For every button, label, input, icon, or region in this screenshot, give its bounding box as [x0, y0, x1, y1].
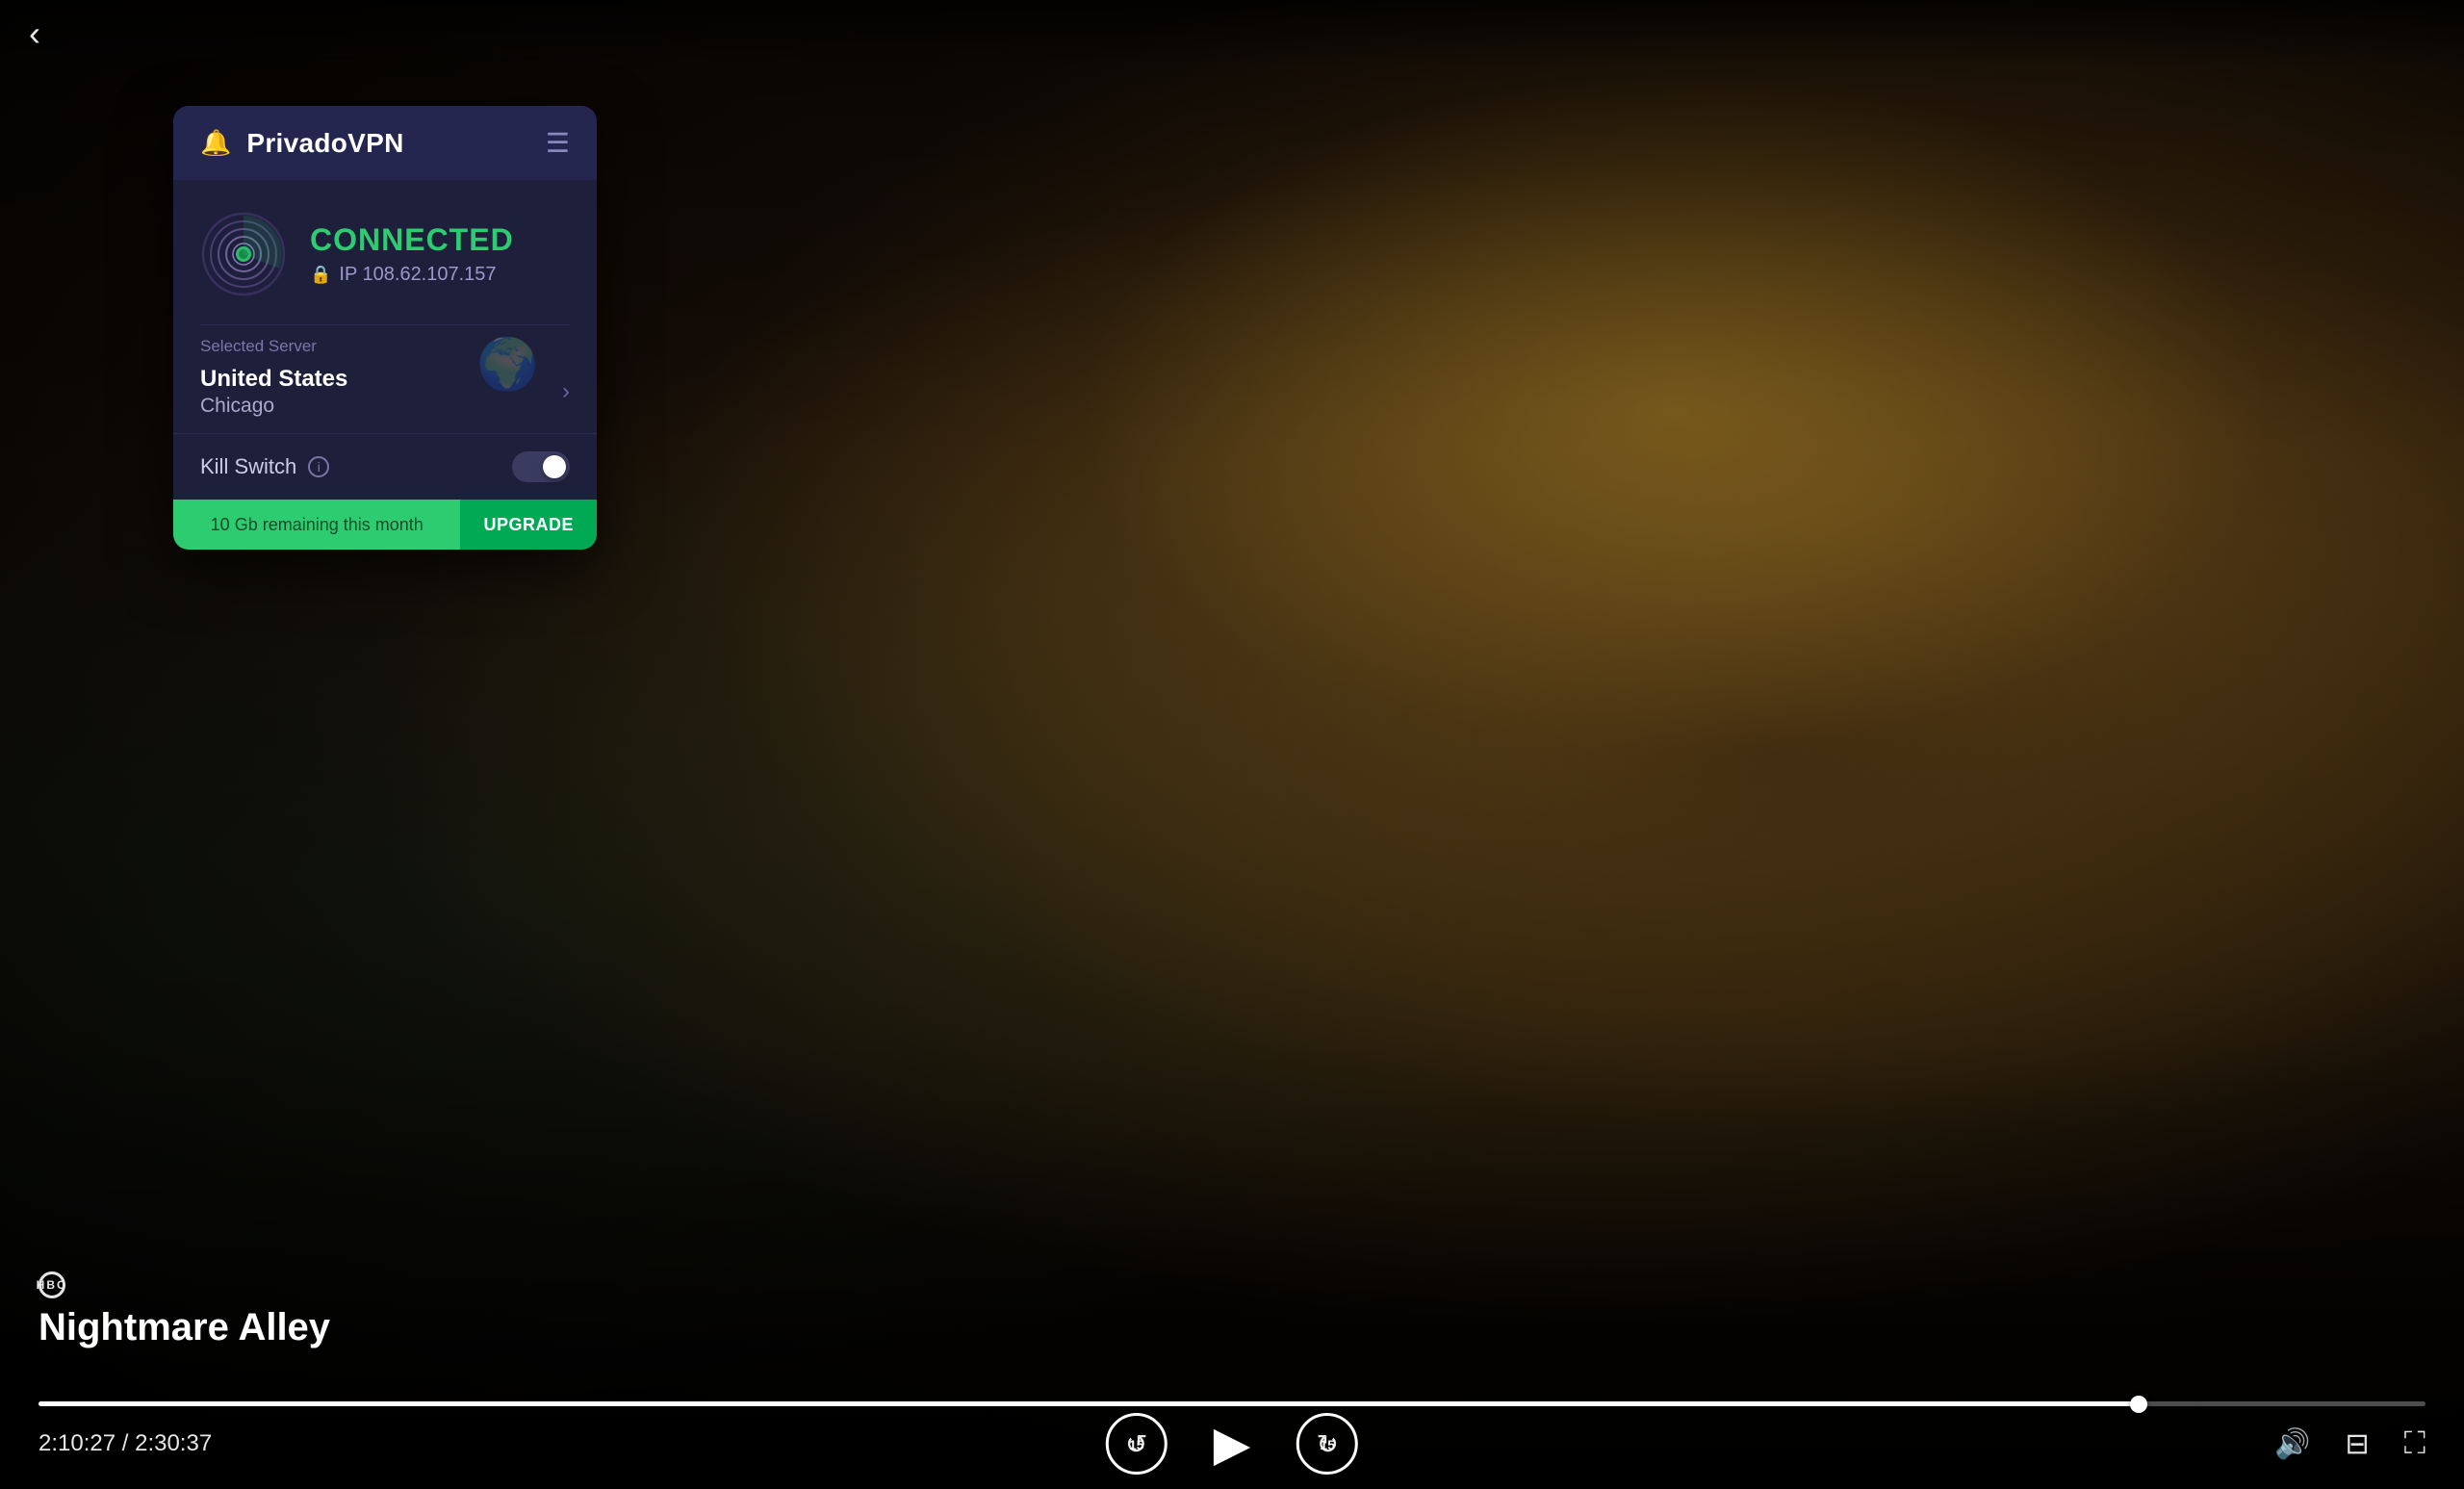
total-time: 2:30:37: [135, 1430, 212, 1456]
subtitles-icon[interactable]: ⊟: [2345, 1427, 2369, 1461]
upgrade-button[interactable]: UPGRADE: [460, 500, 597, 550]
vpn-server-section[interactable]: Selected Server United States Chicago 🌍 …: [173, 325, 597, 433]
vpn-app-title: PrivadoVPN: [246, 128, 403, 159]
vpn-header: 🔔 PrivadoVPN ☰: [173, 106, 597, 180]
time-display: 2:10:27 / 2:30:37: [38, 1430, 212, 1457]
hbo-text: HBO: [37, 1278, 68, 1292]
data-remaining: 10 Gb remaining this month: [173, 500, 460, 550]
vpn-banner: 10 Gb remaining this month UPGRADE: [173, 500, 597, 550]
chevron-right-icon: ›: [562, 378, 570, 405]
play-button[interactable]: ▶: [1214, 1416, 1250, 1472]
center-controls: ↺ 15 ▶ ↻ 15: [1106, 1413, 1358, 1475]
top-bar: ‹: [0, 0, 2464, 67]
time-separator: /: [116, 1430, 135, 1456]
skip-back-label: 15: [1129, 1437, 1144, 1452]
toggle-knob: [543, 455, 566, 478]
skip-back-button[interactable]: ↺ 15: [1106, 1413, 1168, 1475]
progress-bar-fill: [38, 1401, 2139, 1406]
vpn-header-left: 🔔 PrivadoVPN: [200, 128, 404, 159]
server-row: United States Chicago 🌍 ›: [200, 366, 570, 418]
back-button[interactable]: ‹: [29, 13, 40, 54]
vpn-widget: 🔔 PrivadoVPN ☰ CONNECTED: [173, 106, 597, 550]
show-info: HBO Nightmare Alley: [38, 1271, 330, 1349]
bell-icon[interactable]: 🔔: [200, 128, 231, 158]
skip-forward-button[interactable]: ↻ 15: [1296, 1413, 1358, 1475]
vpn-connection-area: CONNECTED 🔒 IP 108.62.107.157: [173, 180, 597, 324]
connection-status: CONNECTED: [310, 222, 570, 258]
progress-bar-container[interactable]: [38, 1386, 2426, 1414]
controls-row: 2:10:27 / 2:30:37 ↺ 15 ▶ ↻ 15 🔊 ⊟ ⛶: [38, 1425, 2426, 1462]
right-controls: 🔊 ⊟ ⛶: [2274, 1425, 2426, 1462]
menu-icon[interactable]: ☰: [546, 127, 570, 159]
fullscreen-icon[interactable]: ⛶: [2404, 1425, 2426, 1462]
world-map-icon: 🌍: [476, 335, 539, 394]
killswitch-label: Kill Switch: [200, 454, 296, 479]
vpn-status-area: CONNECTED 🔒 IP 108.62.107.157: [310, 222, 570, 286]
video-controls: 2:10:27 / 2:30:37 ↺ 15 ▶ ↻ 15 🔊 ⊟ ⛶: [0, 1386, 2464, 1489]
show-title: Nightmare Alley: [38, 1306, 330, 1349]
killswitch-left: Kill Switch i: [200, 454, 329, 479]
kill-switch-row: Kill Switch i: [173, 433, 597, 500]
volume-icon[interactable]: 🔊: [2274, 1427, 2310, 1461]
progress-bar-track: [38, 1401, 2426, 1406]
vpn-radar-icon: [200, 211, 287, 297]
hbo-circle-icon: HBO: [38, 1271, 65, 1298]
server-city: Chicago: [200, 395, 562, 418]
lock-icon: 🔒: [310, 265, 331, 285]
skip-forward-label: 15: [1320, 1437, 1335, 1452]
info-icon[interactable]: i: [308, 456, 329, 477]
killswitch-toggle[interactable]: [512, 451, 570, 482]
hbo-logo: HBO: [38, 1271, 330, 1298]
progress-handle[interactable]: [2130, 1396, 2147, 1413]
ip-address: IP 108.62.107.157: [339, 264, 496, 286]
ip-row: 🔒 IP 108.62.107.157: [310, 264, 570, 286]
current-time: 2:10:27: [38, 1430, 116, 1456]
